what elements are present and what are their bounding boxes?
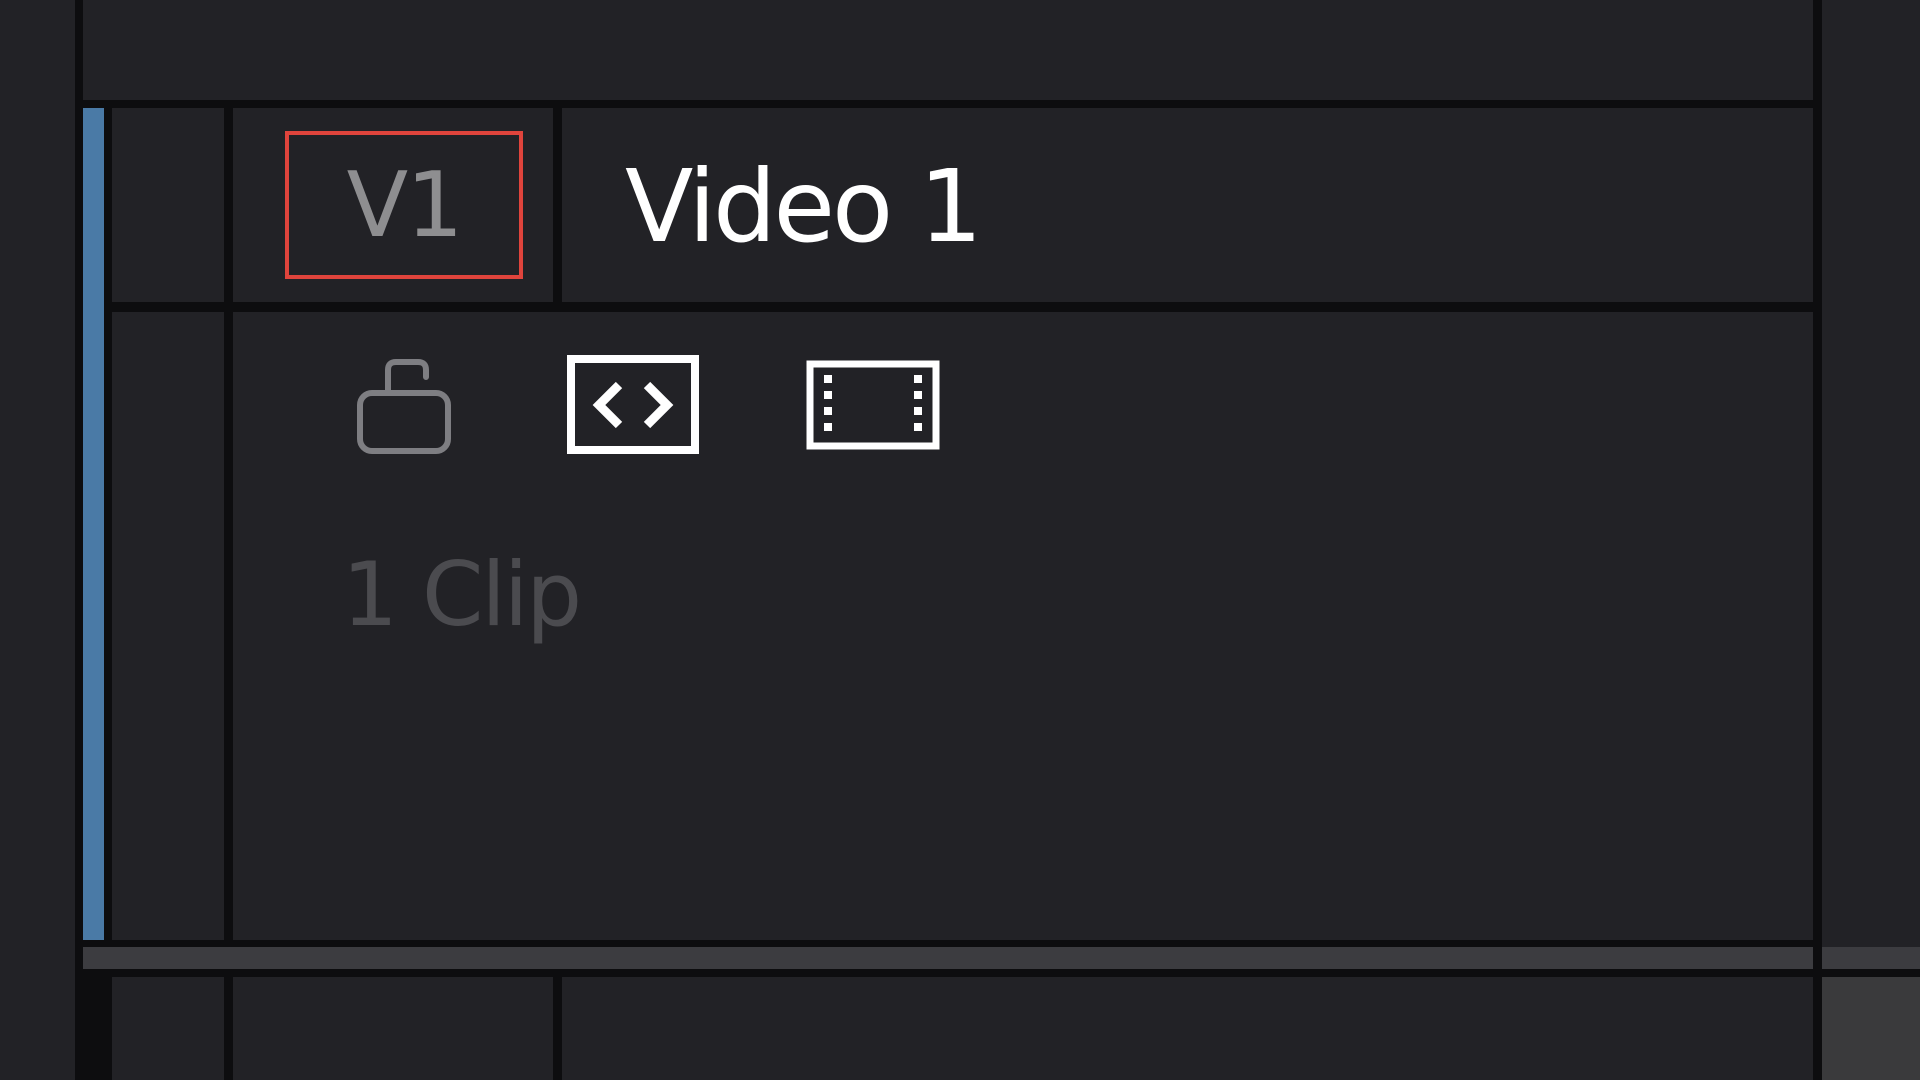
timeline-ruler-header	[83, 0, 1813, 100]
film-strip-icon[interactable]	[806, 360, 940, 450]
scrollbar-corner	[1822, 947, 1920, 969]
next-track-content-edge	[1822, 977, 1920, 1080]
track-name[interactable]: Video 1	[625, 152, 983, 262]
track-header-gutter	[112, 108, 224, 302]
track-color-strip	[83, 108, 104, 940]
auto-select-icon[interactable]	[567, 355, 699, 454]
track-id-label: V1	[346, 152, 464, 258]
next-track-name-cell	[562, 977, 1813, 1080]
timeline-track-area-edge	[1822, 0, 1920, 947]
track-header-gutter-lower	[112, 312, 224, 940]
clip-count-label: 1 Clip	[342, 543, 582, 646]
horizontal-scrollbar[interactable]	[83, 947, 1813, 969]
next-track-id-cell	[233, 977, 553, 1080]
left-panel-edge	[0, 0, 75, 1080]
track-id-button[interactable]: V1	[285, 131, 523, 279]
unlock-icon[interactable]	[356, 353, 454, 457]
next-track-gutter	[112, 977, 224, 1080]
